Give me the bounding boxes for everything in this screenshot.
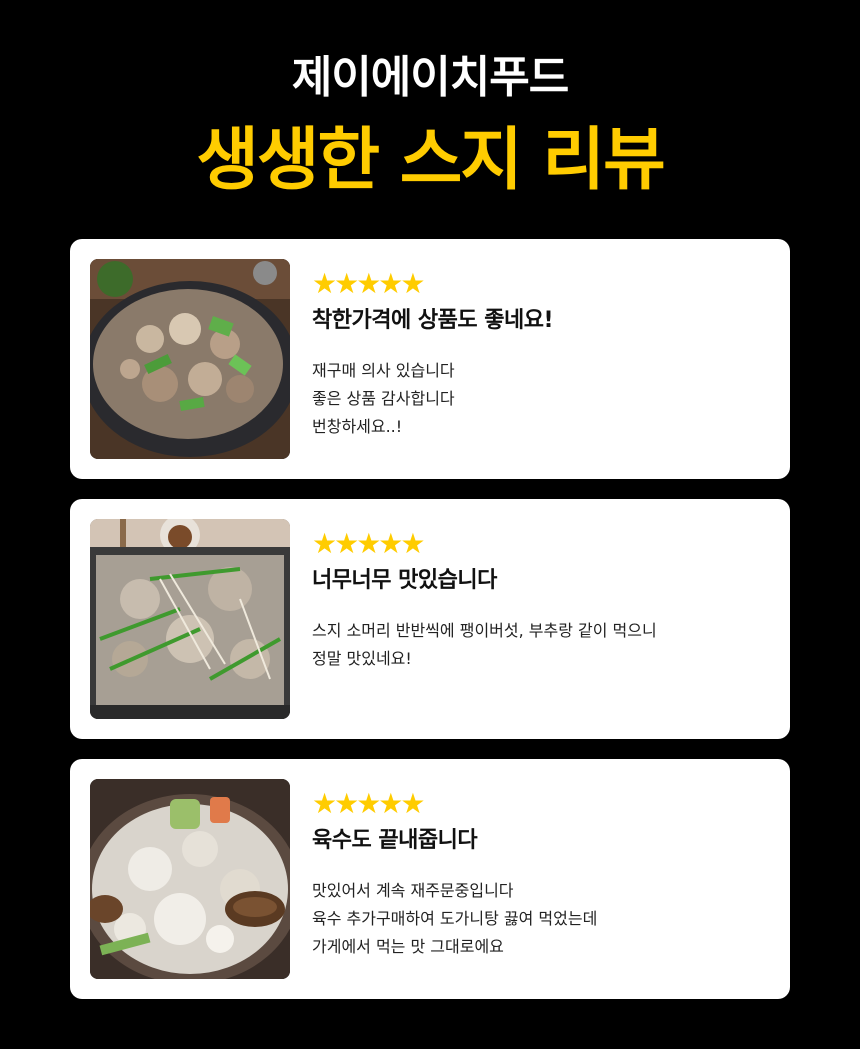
review-photo: [90, 519, 290, 719]
review-title: 너무너무 맛있습니다: [312, 568, 497, 593]
star-rating: ★★★★★: [312, 267, 426, 300]
review-content: ★★★★★ 착한가격에 상품도 좋네요! 재구매 의사 있습니다 좋은 상품 감…: [312, 269, 762, 441]
review-body: 스지 소머리 반반씩에 팽이버섯, 부추랑 같이 먹으니 정말 맛있네요!: [312, 621, 657, 668]
page-headline: 생생한 스지 리뷰: [196, 121, 665, 200]
review-body: 재구매 의사 있습니다 좋은 상품 감사합니다 번창하세요..!: [312, 361, 455, 436]
star-rating: ★★★★★: [312, 527, 426, 560]
review-card: ★★★★★ 육수도 끝내줍니다 맛있어서 계속 재주문중입니다 육수 추가구매하…: [70, 759, 790, 999]
review-title: 육수도 끝내줍니다: [312, 828, 478, 853]
review-body: 맛있어서 계속 재주문중입니다 육수 추가구매하여 도가니탕 끓여 먹었는데 가…: [312, 881, 598, 956]
brand-name: 제이에이치푸드: [291, 52, 569, 103]
review-photo: [90, 259, 290, 459]
star-rating: ★★★★★: [312, 787, 426, 820]
review-photo: [90, 779, 290, 979]
review-list: ★★★★★ 착한가격에 상품도 좋네요! 재구매 의사 있습니다 좋은 상품 감…: [70, 239, 790, 1019]
review-card: ★★★★★ 너무너무 맛있습니다 스지 소머리 반반씩에 팽이버섯, 부추랑 같…: [70, 499, 790, 739]
review-title: 착한가격에 상품도 좋네요!: [312, 308, 554, 333]
review-content: ★★★★★ 너무너무 맛있습니다 스지 소머리 반반씩에 팽이버섯, 부추랑 같…: [312, 529, 762, 673]
header: 제이에이치푸드 생생한 스지 리뷰: [0, 48, 860, 206]
review-page: 제이에이치푸드 생생한 스지 리뷰 ★★★★★ 착한가격에 상품도 좋네요! 재…: [0, 0, 860, 1049]
review-content: ★★★★★ 육수도 끝내줍니다 맛있어서 계속 재주문중입니다 육수 추가구매하…: [312, 789, 762, 961]
review-card: ★★★★★ 착한가격에 상품도 좋네요! 재구매 의사 있습니다 좋은 상품 감…: [70, 239, 790, 479]
